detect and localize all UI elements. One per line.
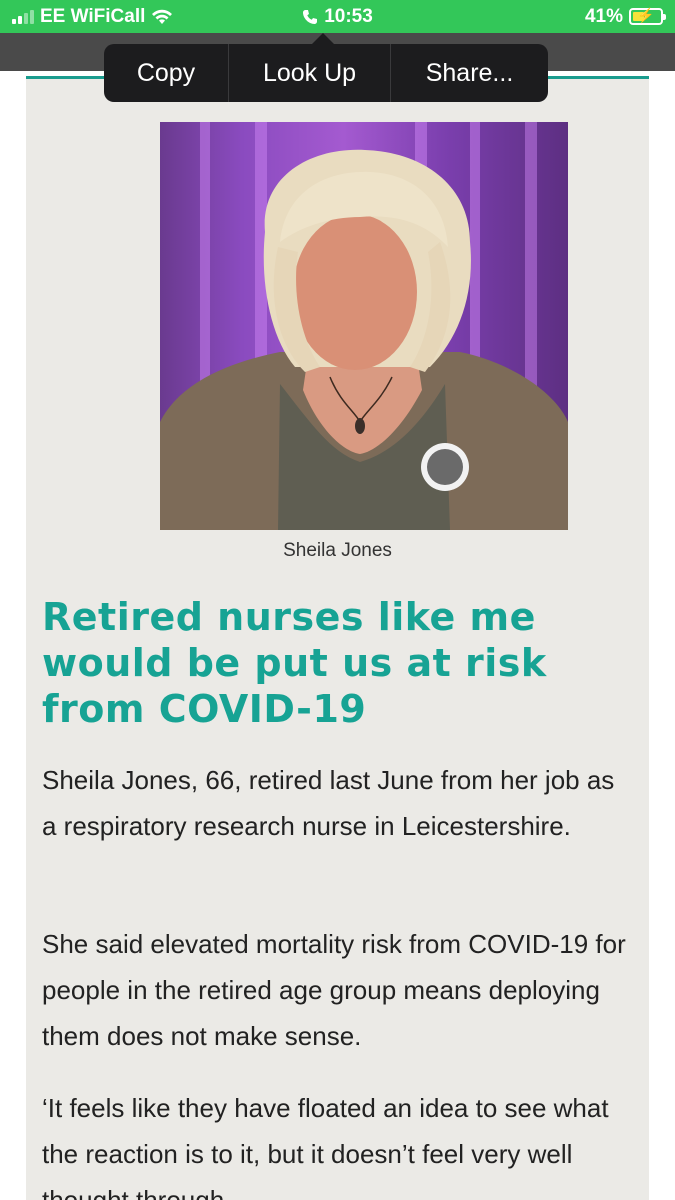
article-paragraph: ‘It feels like they have floated an idea… [42, 1093, 609, 1200]
look-up-button[interactable]: Look Up [228, 44, 390, 102]
battery-percent: 41% [584, 5, 623, 27]
article-card: Sheila Jones Retired nurses like me woul… [26, 79, 649, 1200]
article-paragraph: Sheila Jones, 66, retired last June from… [42, 765, 615, 841]
status-center: 10:53 [0, 0, 675, 33]
copy-button[interactable]: Copy [104, 44, 228, 102]
portrait-image [160, 122, 568, 530]
battery-icon: ⚡ [629, 7, 666, 25]
share-button[interactable]: Share... [390, 44, 548, 102]
phone-call-icon [303, 9, 318, 24]
article-photo[interactable] [160, 122, 568, 530]
charging-bolt-icon: ⚡ [637, 7, 655, 23]
status-right: 41% ⚡ [584, 0, 666, 33]
clock-time: 10:53 [324, 5, 373, 27]
text-selection-menu: Copy Look Up Share... [104, 44, 548, 102]
status-bar: EE WiFiCall 10:53 41% ⚡ [0, 0, 675, 33]
article-headline: Retired nurses like me would be put us a… [42, 595, 547, 731]
article-paragraph: She said elevated mortality risk from CO… [42, 929, 626, 1051]
image-caption: Sheila Jones [283, 540, 392, 561]
